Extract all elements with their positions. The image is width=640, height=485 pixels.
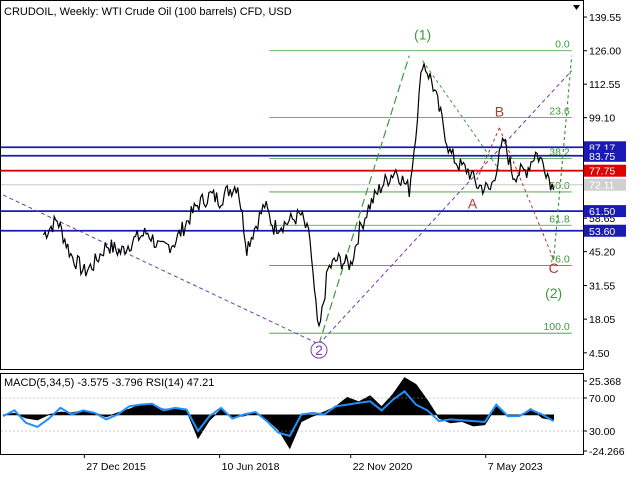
level-tag-label: 72.11 (589, 180, 615, 192)
price-tick-label: 99.10 (589, 113, 615, 125)
time-tick-label: 7 May 2023 (488, 461, 543, 473)
price-tick-label: 31.55 (589, 281, 615, 293)
level-tag-label: 77.75 (589, 166, 615, 178)
wave-label: A (468, 195, 478, 211)
fib-level-label: 38.2 (549, 147, 570, 159)
indicator-title: MACD(5,34,5) -3.575 -3.796 RSI(14) 47.21 (4, 377, 214, 389)
time-axis: 27 Dec 2015 10 Jun 2018 22 Nov 2020 7 May 2… (83, 454, 543, 473)
price-tick-label: 112.55 (589, 79, 620, 91)
indicator-tick-label: 25.368 (589, 376, 621, 388)
price-tick-label: 45.20 (589, 247, 615, 259)
price-tick-label: 4.50 (589, 348, 610, 360)
time-tick-label: 10 Jun 2018 (222, 461, 280, 473)
level-tag-label: 53.60 (589, 226, 615, 238)
wave-label: C (549, 260, 559, 276)
fib-level-label: 100.0 (543, 321, 569, 333)
price-tick-label: 126.00 (589, 46, 621, 58)
wave-label: B (495, 103, 504, 119)
chart-window: 0.0 23.6 38.2 50.0 61.8 76.0 100.0 (1) 2 A B C (2) … (0, 0, 640, 480)
chart-title: CRUDOIL, Weekly: WTI Crude Oil (100 barr… (4, 6, 292, 18)
indicator-axis: 25.368 70.00 30.00 -24.266 (583, 376, 625, 458)
wave-label: (2) (545, 285, 562, 301)
indicator-tick-label: 30.00 (589, 426, 615, 438)
indicator-tick-label: -24.266 (589, 446, 625, 458)
chart-canvas: 0.023.638.250.061.876.0100.0 (1)2ABC(2) … (0, 0, 626, 473)
price-tick-label: 18.05 (589, 314, 615, 326)
fib-level-label: 0.0 (555, 39, 570, 51)
indicator-tick-label: 70.00 (589, 393, 615, 405)
wave-label: 2 (315, 342, 323, 358)
level-tag-label: 61.50 (589, 206, 615, 218)
time-tick-label: 27 Dec 2015 (86, 461, 146, 473)
fib-level-label: 61.8 (549, 213, 570, 225)
time-tick-label: 22 Nov 2020 (353, 461, 413, 473)
wave-label: (1) (414, 26, 431, 42)
price-tick-label: 139.55 (589, 12, 621, 24)
level-tag-label: 83.75 (589, 151, 615, 163)
